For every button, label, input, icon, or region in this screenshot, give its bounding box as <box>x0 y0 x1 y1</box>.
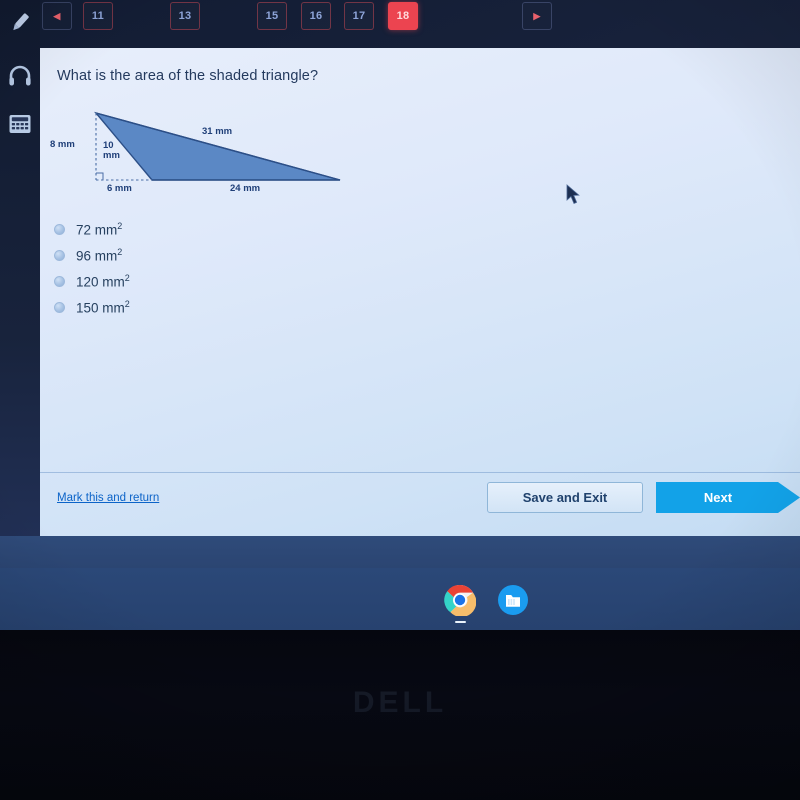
triangle-figure: 8 mm 10 mm 31 mm 6 mm 24 mm <box>50 100 370 200</box>
option-label-72: 72 mm2 <box>76 221 122 238</box>
triangle-svg <box>94 111 341 181</box>
label-slant-10mm-line2: mm <box>103 149 120 161</box>
mouse-cursor <box>566 184 582 211</box>
tab-item-18-current[interactable]: 18 <box>388 2 418 30</box>
option-value-150: 150 <box>76 300 99 316</box>
tab-item-13[interactable]: 13 <box>170 2 200 30</box>
option-row-72[interactable]: 72 mm2 <box>54 216 354 242</box>
option-unit-72: mm <box>94 222 118 238</box>
radio-button-150[interactable] <box>54 301 65 313</box>
option-unit-120: mm <box>102 274 125 290</box>
dell-logo: DELL <box>352 686 448 719</box>
option-row-120[interactable]: 120 mm2 <box>54 268 354 294</box>
laptop-bezel: DELL <box>0 630 800 800</box>
option-value-96: 96 <box>76 248 92 264</box>
tab-item-16[interactable]: 16 <box>301 2 331 30</box>
tab-next-button[interactable]: ▶ <box>522 2 552 30</box>
tab-item-15[interactable]: 15 <box>257 2 287 30</box>
question-panel: What is the area of the shaded triangle? <box>40 48 800 536</box>
tab-prev-button[interactable]: ◀ <box>42 2 72 30</box>
taskbar-shelf <box>0 568 800 630</box>
option-label-96: 96 mm2 <box>76 247 122 264</box>
screenshot-root: ◀ 11 13 15 16 17 18 ▶ What is the area o… <box>0 0 800 800</box>
headphones-icon[interactable] <box>4 60 36 92</box>
files-icon[interactable] <box>497 584 529 616</box>
option-exponent-120: 2 <box>124 272 130 283</box>
option-row-150[interactable]: 150 mm2 <box>54 294 354 320</box>
shelf-upper-band <box>0 536 800 568</box>
save-and-exit-button[interactable]: Save and Exit <box>487 482 643 513</box>
label-base-24mm: 24 mm <box>230 183 261 194</box>
option-exponent-96: 2 <box>117 246 123 257</box>
option-label-120: 120 mm2 <box>76 273 130 290</box>
next-button[interactable]: Next <box>656 482 800 513</box>
radio-button-120[interactable] <box>54 275 65 287</box>
calculator-icon[interactable] <box>4 108 36 140</box>
radio-button-72[interactable] <box>54 223 65 235</box>
option-value-120: 120 <box>76 274 99 290</box>
label-height-8mm: 8 mm <box>50 139 75 150</box>
tab-item-17[interactable]: 17 <box>344 2 374 30</box>
option-label-150: 150 mm2 <box>76 299 130 316</box>
option-unit-96: mm <box>94 248 118 264</box>
option-value-72: 72 <box>76 222 92 238</box>
option-exponent-72: 2 <box>117 220 123 231</box>
pencil-icon[interactable] <box>4 6 36 38</box>
answer-options-list: 72 mm2 96 mm2 120 mm2 150 mm2 <box>54 216 354 320</box>
option-exponent-150: 2 <box>124 298 130 309</box>
laptop-screen: ◀ 11 13 15 16 17 18 ▶ What is the area o… <box>0 0 800 560</box>
footer-divider <box>40 472 800 473</box>
mark-this-and-return-link[interactable]: Mark this and return <box>57 492 159 504</box>
chrome-active-indicator <box>455 621 466 623</box>
question-tab-strip: ◀ 11 13 15 16 17 18 ▶ <box>40 0 800 44</box>
chrome-icon[interactable] <box>444 584 477 618</box>
tab-item-11[interactable]: 11 <box>83 2 113 30</box>
option-row-96[interactable]: 96 mm2 <box>54 242 354 268</box>
radio-button-96[interactable] <box>54 249 65 261</box>
question-prompt: What is the area of the shaded triangle? <box>57 68 319 84</box>
option-unit-150: mm <box>102 300 125 316</box>
tool-rail <box>0 0 40 560</box>
right-angle-mark <box>96 172 104 180</box>
label-slant-10mm: 10 mm <box>103 141 120 161</box>
label-base-6mm: 6 mm <box>107 183 132 194</box>
label-top-31mm: 31 mm <box>202 126 233 137</box>
